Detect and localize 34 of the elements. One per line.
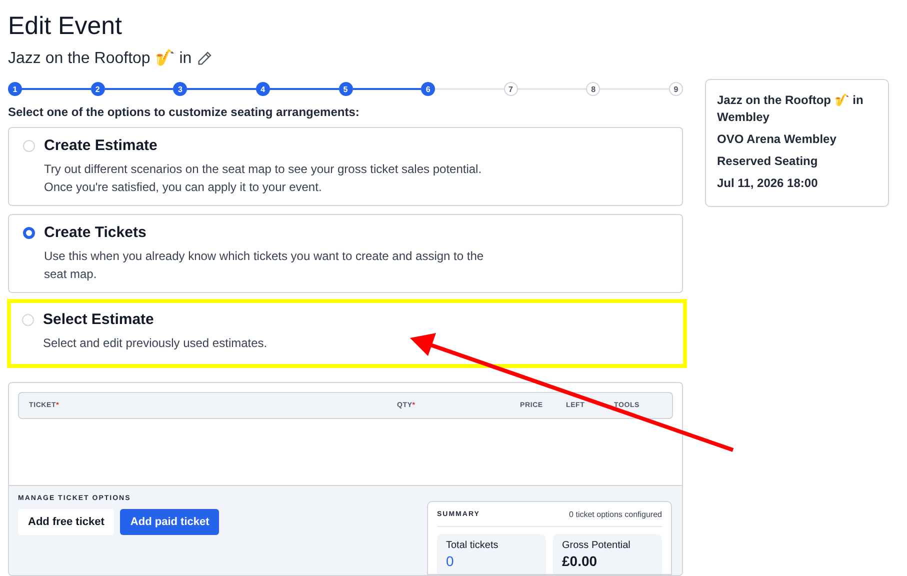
step-indicator[interactable]: 1 bbox=[8, 82, 22, 96]
page-title: Edit Event bbox=[8, 12, 123, 41]
event-detail: Jazz on the Rooftop 🎷 in Wembley bbox=[717, 92, 864, 126]
option-card[interactable]: Select Estimate Select and edit previously used estimates. bbox=[7, 299, 687, 368]
stat-value: 0 bbox=[446, 553, 455, 569]
step-indicator[interactable]: 9 bbox=[669, 82, 683, 96]
option-description: Try out different scenarios on the seat map to see your gross ticket sales potential. Once you're satisfied, you can apply it to your event. bbox=[44, 161, 483, 196]
option-description: Select and edit previously used estimates. bbox=[43, 335, 268, 352]
stat-label: Total tickets bbox=[446, 540, 500, 551]
step-indicator[interactable]: 4 bbox=[256, 82, 270, 96]
step-indicator[interactable]: 5 bbox=[338, 82, 352, 96]
step-indicator[interactable]: 2 bbox=[90, 82, 105, 96]
option-title: Create Tickets bbox=[44, 224, 146, 241]
option-description: Use this when you already know which tickets you want to create and assign to the seat map. bbox=[44, 248, 484, 283]
option-card[interactable]: Create Tickets Use this when you already know which tickets you want to create and assign to the seat map. bbox=[8, 214, 683, 293]
event-detail: OVO Arena Wembley bbox=[717, 131, 838, 148]
step-indicator[interactable]: 7 bbox=[504, 82, 518, 96]
add-paid-button[interactable]: Add paid ticket bbox=[120, 509, 220, 535]
option-title: Select Estimate bbox=[43, 311, 154, 328]
add-free-button[interactable]: Add free ticket bbox=[18, 509, 114, 535]
stat-value: £0.00 bbox=[562, 553, 598, 569]
step-indicator[interactable]: 8 bbox=[586, 82, 600, 96]
stat-label: Gross Potential bbox=[562, 540, 632, 551]
event-detail: Reserved Seating bbox=[717, 153, 819, 170]
radio-button[interactable] bbox=[23, 226, 35, 238]
event-detail: Jul 11, 2026 18:00 bbox=[717, 175, 819, 192]
instruction-text: Select one of the options to customize seating arrangements: bbox=[8, 105, 360, 119]
step-indicator[interactable]: 3 bbox=[173, 82, 188, 96]
option-card[interactable]: Create Estimate Try out different scenarios on the seat map to see your gross ticket sales potential. Once you're satisfied, you can apply it to your event. bbox=[8, 127, 683, 206]
pencil-icon[interactable] bbox=[196, 50, 213, 66]
step-indicator[interactable]: 6 bbox=[421, 82, 436, 96]
event-subtitle: Jazz on the Rooftop 🎷 in bbox=[8, 48, 192, 68]
option-title: Create Estimate bbox=[44, 137, 158, 154]
summary-status: 0 ticket options configured bbox=[569, 510, 662, 519]
